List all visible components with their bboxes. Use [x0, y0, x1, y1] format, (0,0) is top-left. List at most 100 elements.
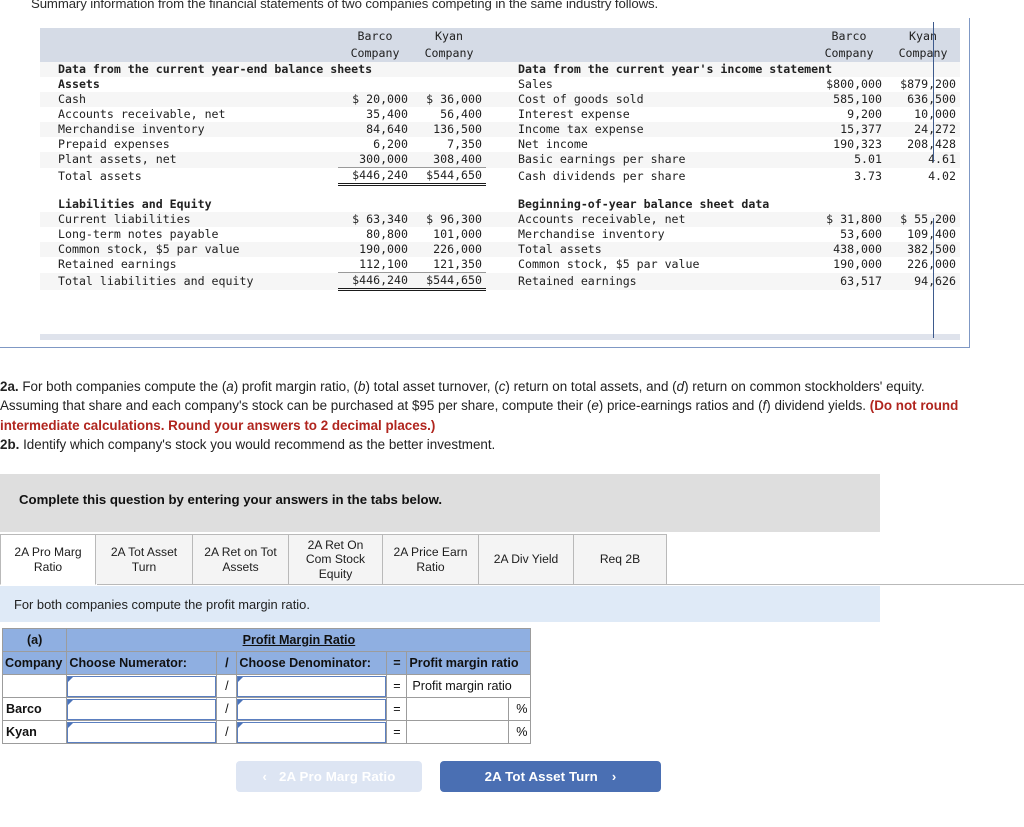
result-input-kyan[interactable]: [406, 720, 510, 744]
numerator-dropdown[interactable]: [67, 675, 217, 697]
fin-barco-value: 63,517: [812, 272, 886, 290]
fin-row-label: [40, 184, 338, 197]
denominator-dropdown[interactable]: [237, 675, 387, 697]
fin-barco-value: 84,640: [338, 122, 412, 137]
equals-cell: =: [386, 674, 408, 698]
tab-2a-price-earn-ratio[interactable]: 2A Price Earn Ratio: [383, 534, 479, 585]
fin-barco-value: $ 63,340: [338, 212, 412, 227]
ratio-title-text: Profit Margin Ratio: [242, 633, 356, 647]
fin-row-label: Assets: [40, 77, 338, 92]
financial-summary-table: Barco Kyan Barco Kyan Company Company Company C…: [40, 28, 960, 291]
row-company-barco: Barco: [1, 697, 68, 721]
fin-row-label: Sales: [500, 77, 812, 92]
tab-2a-pro-marg-ratio[interactable]: 2A Pro Marg Ratio: [0, 534, 96, 585]
fin-table-row: Accounts receivable, net 35,400 56,400 Inte…: [40, 107, 960, 122]
next-tab-button[interactable]: 2A Tot Asset Turn ›: [440, 761, 661, 792]
fin-table-row: Data from the current year-end balance s…: [40, 62, 960, 77]
ratio-title-cell: Profit Margin Ratio: [66, 628, 532, 652]
numerator-dropdown-barco[interactable]: [67, 698, 217, 720]
fin-kyan-value: $ 96,300: [412, 212, 486, 227]
fin-row-label: Beginning-of-year balance sheet data: [500, 197, 812, 212]
fin-kyan-value: 101,000: [412, 227, 486, 242]
fin-row-label: Merchandise inventory: [40, 122, 338, 137]
barco-ratio-input[interactable]: [407, 698, 509, 720]
fin-kyan-value: 4.02: [886, 167, 960, 185]
tab-label: 2A Ret On Com Stock Equity: [305, 537, 366, 581]
previous-tab-button[interactable]: ‹ 2A Pro Marg Ratio: [236, 761, 422, 792]
fin-row-label: Plant assets, net: [40, 152, 338, 168]
fin-row-label: Current liabilities: [40, 212, 338, 227]
fin-row-label: Prepaid expenses: [40, 137, 338, 152]
slash-cell-barco: /: [216, 697, 238, 721]
tab-label: 2A Price Earn Ratio: [393, 545, 468, 574]
fin-barco-value: $446,240: [338, 272, 412, 291]
result-input-barco[interactable]: [406, 697, 510, 721]
dropdown-triangle-icon: [238, 699, 244, 705]
fin-row-label: Cash: [40, 92, 338, 107]
fin-kyan-value: 121,350: [412, 257, 486, 273]
instruction-panel: Complete this question by entering your …: [0, 474, 880, 532]
instruction-text: Complete this question by entering your …: [19, 492, 443, 507]
fin-table-row: Current liabilities $ 63,340 $ 96,300 Accou…: [40, 212, 960, 227]
equals-cell-kyan: =: [386, 720, 408, 744]
fin-table-row: Common stock, $5 par value 190,000 226,000…: [40, 242, 960, 257]
col-header-numerator: Choose Numerator:: [66, 651, 218, 675]
fin-kyan-value: $544,650: [412, 167, 486, 186]
dropdown-triangle-icon: [68, 699, 74, 705]
fin-kyan-value: [886, 197, 960, 212]
intro-text: Summary information from the financial s…: [31, 0, 659, 11]
tab-2a-div-yield[interactable]: 2A Div Yield: [479, 534, 574, 585]
fin-row-label: Total assets: [40, 167, 338, 185]
col-header-denominator: Choose Denominator:: [236, 651, 388, 675]
numerator-cell[interactable]: [66, 674, 218, 698]
fin-kyan-value: 636,500: [886, 92, 960, 107]
dropdown-triangle-icon: [68, 722, 74, 728]
tab-2a-tot-asset-turn[interactable]: 2A Tot Asset Turn: [96, 534, 193, 585]
fin-barco-value: 112,100: [338, 257, 412, 273]
financial-statements-panel: Barco Kyan Barco Kyan Company Company Company C…: [0, 18, 970, 348]
fin-kyan-value: 308,400: [412, 152, 486, 168]
denominator-cell-barco[interactable]: [236, 697, 388, 721]
tab-bar: 2A Pro Marg Ratio 2A Tot Asset Turn 2A Ret…: [0, 534, 1024, 585]
question-block: 2a. For both companies compute the (a) p…: [0, 377, 965, 454]
denominator-cell-kyan[interactable]: [236, 720, 388, 744]
tab-2a-ret-on-com-stock-equity[interactable]: 2A Ret On Com Stock Equity: [289, 534, 383, 585]
fin-row-label: Retained earnings: [500, 272, 812, 290]
tab-2a-ret-on-tot-assets[interactable]: 2A Ret on Tot Assets: [193, 534, 289, 585]
text-caret-artifact: [933, 22, 934, 162]
fin-barco-value: [338, 77, 412, 92]
numerator-dropdown-kyan[interactable]: [67, 721, 217, 743]
fin-row-label: Cash dividends per share: [500, 167, 812, 185]
table-footer-bar: [40, 334, 960, 340]
fin-kyan-value: 226,000: [886, 257, 960, 273]
numerator-cell-barco[interactable]: [66, 697, 218, 721]
fin-table-row: Plant assets, net 300,000 308,400 Basic ear…: [40, 152, 960, 168]
fin-row-label: Liabilities and Equity: [40, 197, 338, 212]
fin-barco-value: [338, 197, 412, 212]
fin-kyan-value: 4.61: [886, 152, 960, 168]
fin-kyan-value: [412, 184, 486, 197]
denominator-dropdown-barco[interactable]: [237, 698, 387, 720]
tab-label: 2A Div Yield: [493, 552, 559, 567]
fin-kyan-value: 208,428: [886, 137, 960, 152]
fin-header-row-2: Company Company Company Company: [40, 45, 960, 62]
numerator-cell-kyan[interactable]: [66, 720, 218, 744]
row-company-kyan: Kyan: [1, 720, 68, 744]
answer-row-barco: Barco / = %: [1, 697, 532, 721]
row-company-blank: [1, 674, 68, 698]
fin-table-row: Cash $ 20,000 $ 36,000 Cost of goods sold 58…: [40, 92, 960, 107]
text-caret-artifact: [933, 218, 934, 338]
denominator-cell[interactable]: [236, 674, 388, 698]
answer-row-label: / = Profit margin ratio: [1, 674, 532, 698]
fin-kyan-value: $ 36,000: [412, 92, 486, 107]
question-2a-label: 2a.: [0, 379, 19, 394]
denominator-dropdown-kyan[interactable]: [237, 721, 387, 743]
fin-table-row: Prepaid expenses 6,200 7,350 Net income 190,…: [40, 137, 960, 152]
kyan-ratio-input[interactable]: [407, 721, 509, 743]
answer-table-header-row: Company Choose Numerator: / Choose Denom…: [1, 651, 532, 675]
fin-barco-value: 438,000: [812, 242, 886, 257]
fin-kyan-value: 226,000: [412, 242, 486, 257]
fin-row-label: Retained earnings: [40, 257, 338, 273]
tab-req-2b[interactable]: Req 2B: [574, 534, 667, 585]
fin-kyan-value: 56,400: [412, 107, 486, 122]
